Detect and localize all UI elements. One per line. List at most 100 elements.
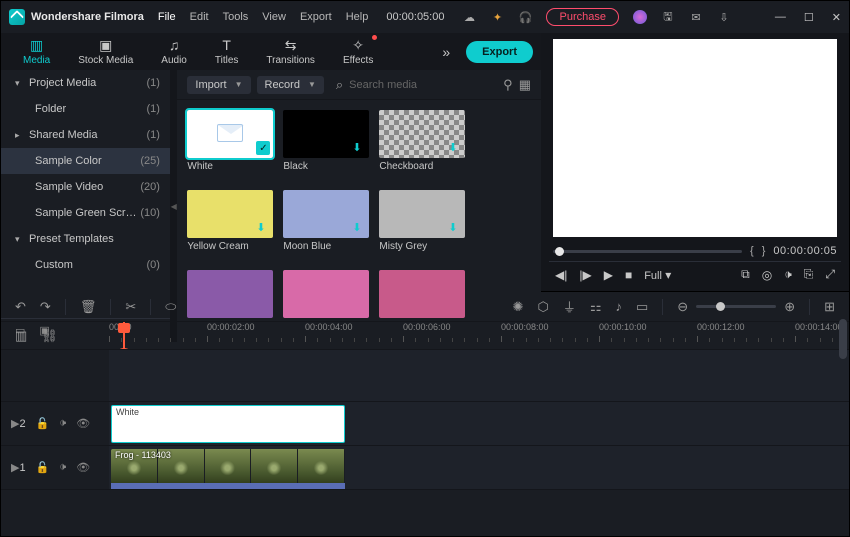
track-video-icon[interactable]: ▶2 <box>11 417 26 430</box>
purchase-button[interactable]: Purchase <box>546 8 618 26</box>
mixer-icon[interactable]: ⚏ <box>590 299 602 315</box>
filter-icon[interactable]: ⚲ <box>503 77 513 93</box>
media-thumb[interactable]: ⬇Moon Blue <box>283 190 369 252</box>
sidebar-item[interactable]: Custom(0) <box>1 252 170 278</box>
preview-scrubber[interactable] <box>553 250 742 253</box>
close-button[interactable]: ✕ <box>832 11 841 24</box>
music-icon[interactable]: ♪ <box>615 299 622 314</box>
chevron-down-icon: ▼ <box>235 80 243 89</box>
prev-frame-button[interactable]: ◀| <box>555 268 567 282</box>
mark-in-button[interactable]: { <box>750 245 754 257</box>
download-icon[interactable]: ⇩ <box>717 10 731 24</box>
stop-button[interactable]: ■ <box>625 268 632 282</box>
sidebar-item[interactable]: ▸Shared Media(1) <box>1 122 170 148</box>
sidebar-item[interactable]: Sample Color(25) <box>1 148 170 174</box>
timeline-ruler[interactable]: ✂ 00:0000:00:02:0000:00:04:0000:00:06:00… <box>109 322 849 349</box>
tab-media[interactable]: ▥Media <box>9 33 64 70</box>
sidebar-item[interactable]: Sample Video(20) <box>1 174 170 200</box>
message-icon[interactable]: ✉ <box>689 10 703 24</box>
import-dropdown[interactable]: Import▼ <box>187 76 250 94</box>
vertical-scrollbar[interactable] <box>839 319 847 359</box>
transition-icon: ⇆ <box>285 37 297 53</box>
delete-button[interactable]: 🗑 <box>80 299 97 315</box>
preview-canvas[interactable] <box>553 39 837 237</box>
mark-out-button[interactable]: } <box>762 245 766 257</box>
visibility-icon[interactable]: 👁 <box>76 417 90 430</box>
mic-icon[interactable]: ⏚ <box>563 297 576 316</box>
shield-icon[interactable]: ⬡ <box>537 299 548 315</box>
undo-button[interactable]: ↶ <box>15 299 26 315</box>
detach-icon[interactable]: ⎘ <box>804 267 814 282</box>
mute-icon[interactable]: 🕩 <box>59 417 66 430</box>
video-track-2: ▶2 🔓 🕩 👁 White <box>1 402 849 446</box>
scrubber-thumb[interactable] <box>555 247 564 256</box>
menu-export[interactable]: Export <box>300 11 332 23</box>
track-video-icon[interactable]: ▶1 <box>11 461 26 474</box>
tab-stock-media[interactable]: ▣Stock Media <box>64 33 147 70</box>
lock-icon[interactable]: 🔓 <box>36 461 50 474</box>
zoom-in-button[interactable]: ⊕ <box>784 299 795 315</box>
media-thumb[interactable]: ⬇Checkboard <box>379 110 465 172</box>
menu-file[interactable]: File <box>158 11 176 23</box>
menu-tools[interactable]: Tools <box>223 11 249 23</box>
timeline: ↶ ↷ 🗑 ✂ ⬭ ⧆ ⚌ ◔ ◉ ✺ ⬡ ⏚ ⚏ ♪ ▭ ⊖ ⊕ <box>1 291 849 536</box>
export-button[interactable]: Export <box>466 41 533 63</box>
minimize-button[interactable]: — <box>775 11 786 24</box>
tab-effects[interactable]: ✧Effects <box>329 33 387 70</box>
support-icon[interactable]: 🎧 <box>518 10 532 24</box>
zoom-slider[interactable] <box>696 305 776 308</box>
play-backward-button[interactable]: |▶ <box>579 268 591 282</box>
zoom-control: ⊖ ⊕ <box>677 299 795 315</box>
display-icon[interactable]: ⧉ <box>741 267 750 282</box>
clip-audio[interactable] <box>111 483 345 489</box>
sidebar-item[interactable]: ▾Project Media(1) <box>1 70 170 96</box>
media-thumb[interactable]: ✓White <box>187 110 273 172</box>
clip-white[interactable]: White <box>111 405 345 443</box>
clip-frog[interactable]: Frog - 113403 <box>111 449 345 487</box>
menu-edit[interactable]: Edit <box>190 11 209 23</box>
lock-icon[interactable]: 🔓 <box>36 417 50 430</box>
cut-marker-icon[interactable]: ✂ <box>115 348 133 349</box>
sidebar-item[interactable]: ▾Preset Templates <box>1 226 170 252</box>
play-button[interactable]: ▶ <box>604 268 613 282</box>
timeline-mode-icon[interactable]: ▥ <box>15 328 27 344</box>
snapshot-icon[interactable]: ◎ <box>762 268 772 282</box>
quality-dropdown[interactable]: Full ▾ <box>644 268 671 282</box>
camera-icon: ▣ <box>99 37 112 53</box>
zoom-out-button[interactable]: ⊖ <box>677 299 688 315</box>
split-button[interactable]: ✂ <box>125 299 136 315</box>
sidebar-item[interactable]: Folder(1) <box>1 96 170 122</box>
record-dropdown[interactable]: Record▼ <box>257 76 324 94</box>
menu-help[interactable]: Help <box>346 11 369 23</box>
account-icon[interactable] <box>633 10 647 24</box>
playhead[interactable]: ✂ <box>123 322 125 349</box>
maximize-button[interactable]: ☐ <box>804 11 814 24</box>
tab-audio[interactable]: ♫Audio <box>147 33 201 70</box>
link-icon[interactable]: ⛓ <box>41 328 58 344</box>
menu-view[interactable]: View <box>262 11 286 23</box>
tab-titles[interactable]: TTitles <box>201 33 253 70</box>
tab-transitions[interactable]: ⇆Transitions <box>252 33 329 70</box>
save-icon[interactable]: 🖫 <box>661 10 675 24</box>
cloud-icon[interactable]: ☁ <box>462 10 476 24</box>
visibility-icon[interactable]: 👁 <box>76 461 90 474</box>
media-thumb[interactable]: ⬇Yellow Cream <box>187 190 273 252</box>
redo-button[interactable]: ↷ <box>40 299 51 315</box>
volume-icon[interactable]: 🕩 <box>784 267 792 282</box>
tag-icon[interactable]: ⬭ <box>165 299 176 315</box>
sidebar-item[interactable]: Sample Green Scre…(10) <box>1 200 170 226</box>
more-tabs-button[interactable]: » <box>442 44 450 60</box>
media-thumb[interactable]: ⬇Misty Grey <box>379 190 465 252</box>
light-icon[interactable]: ✺ <box>513 299 524 315</box>
search-input[interactable] <box>349 79 491 91</box>
titlebar-timecode: 00:00:05:00 <box>386 11 444 23</box>
marker-icon[interactable]: ▭ <box>636 299 648 315</box>
mute-icon[interactable]: 🕩 <box>59 461 66 474</box>
text-icon: T <box>222 37 231 53</box>
tips-icon[interactable]: ✦ <box>490 10 504 24</box>
fit-icon[interactable]: ⊞ <box>824 299 835 315</box>
fullscreen-icon[interactable]: ⤢ <box>825 267 835 282</box>
media-thumb[interactable]: ⬇Black <box>283 110 369 172</box>
envelope-icon <box>217 124 243 142</box>
grid-view-icon[interactable]: ▦ <box>519 77 531 93</box>
